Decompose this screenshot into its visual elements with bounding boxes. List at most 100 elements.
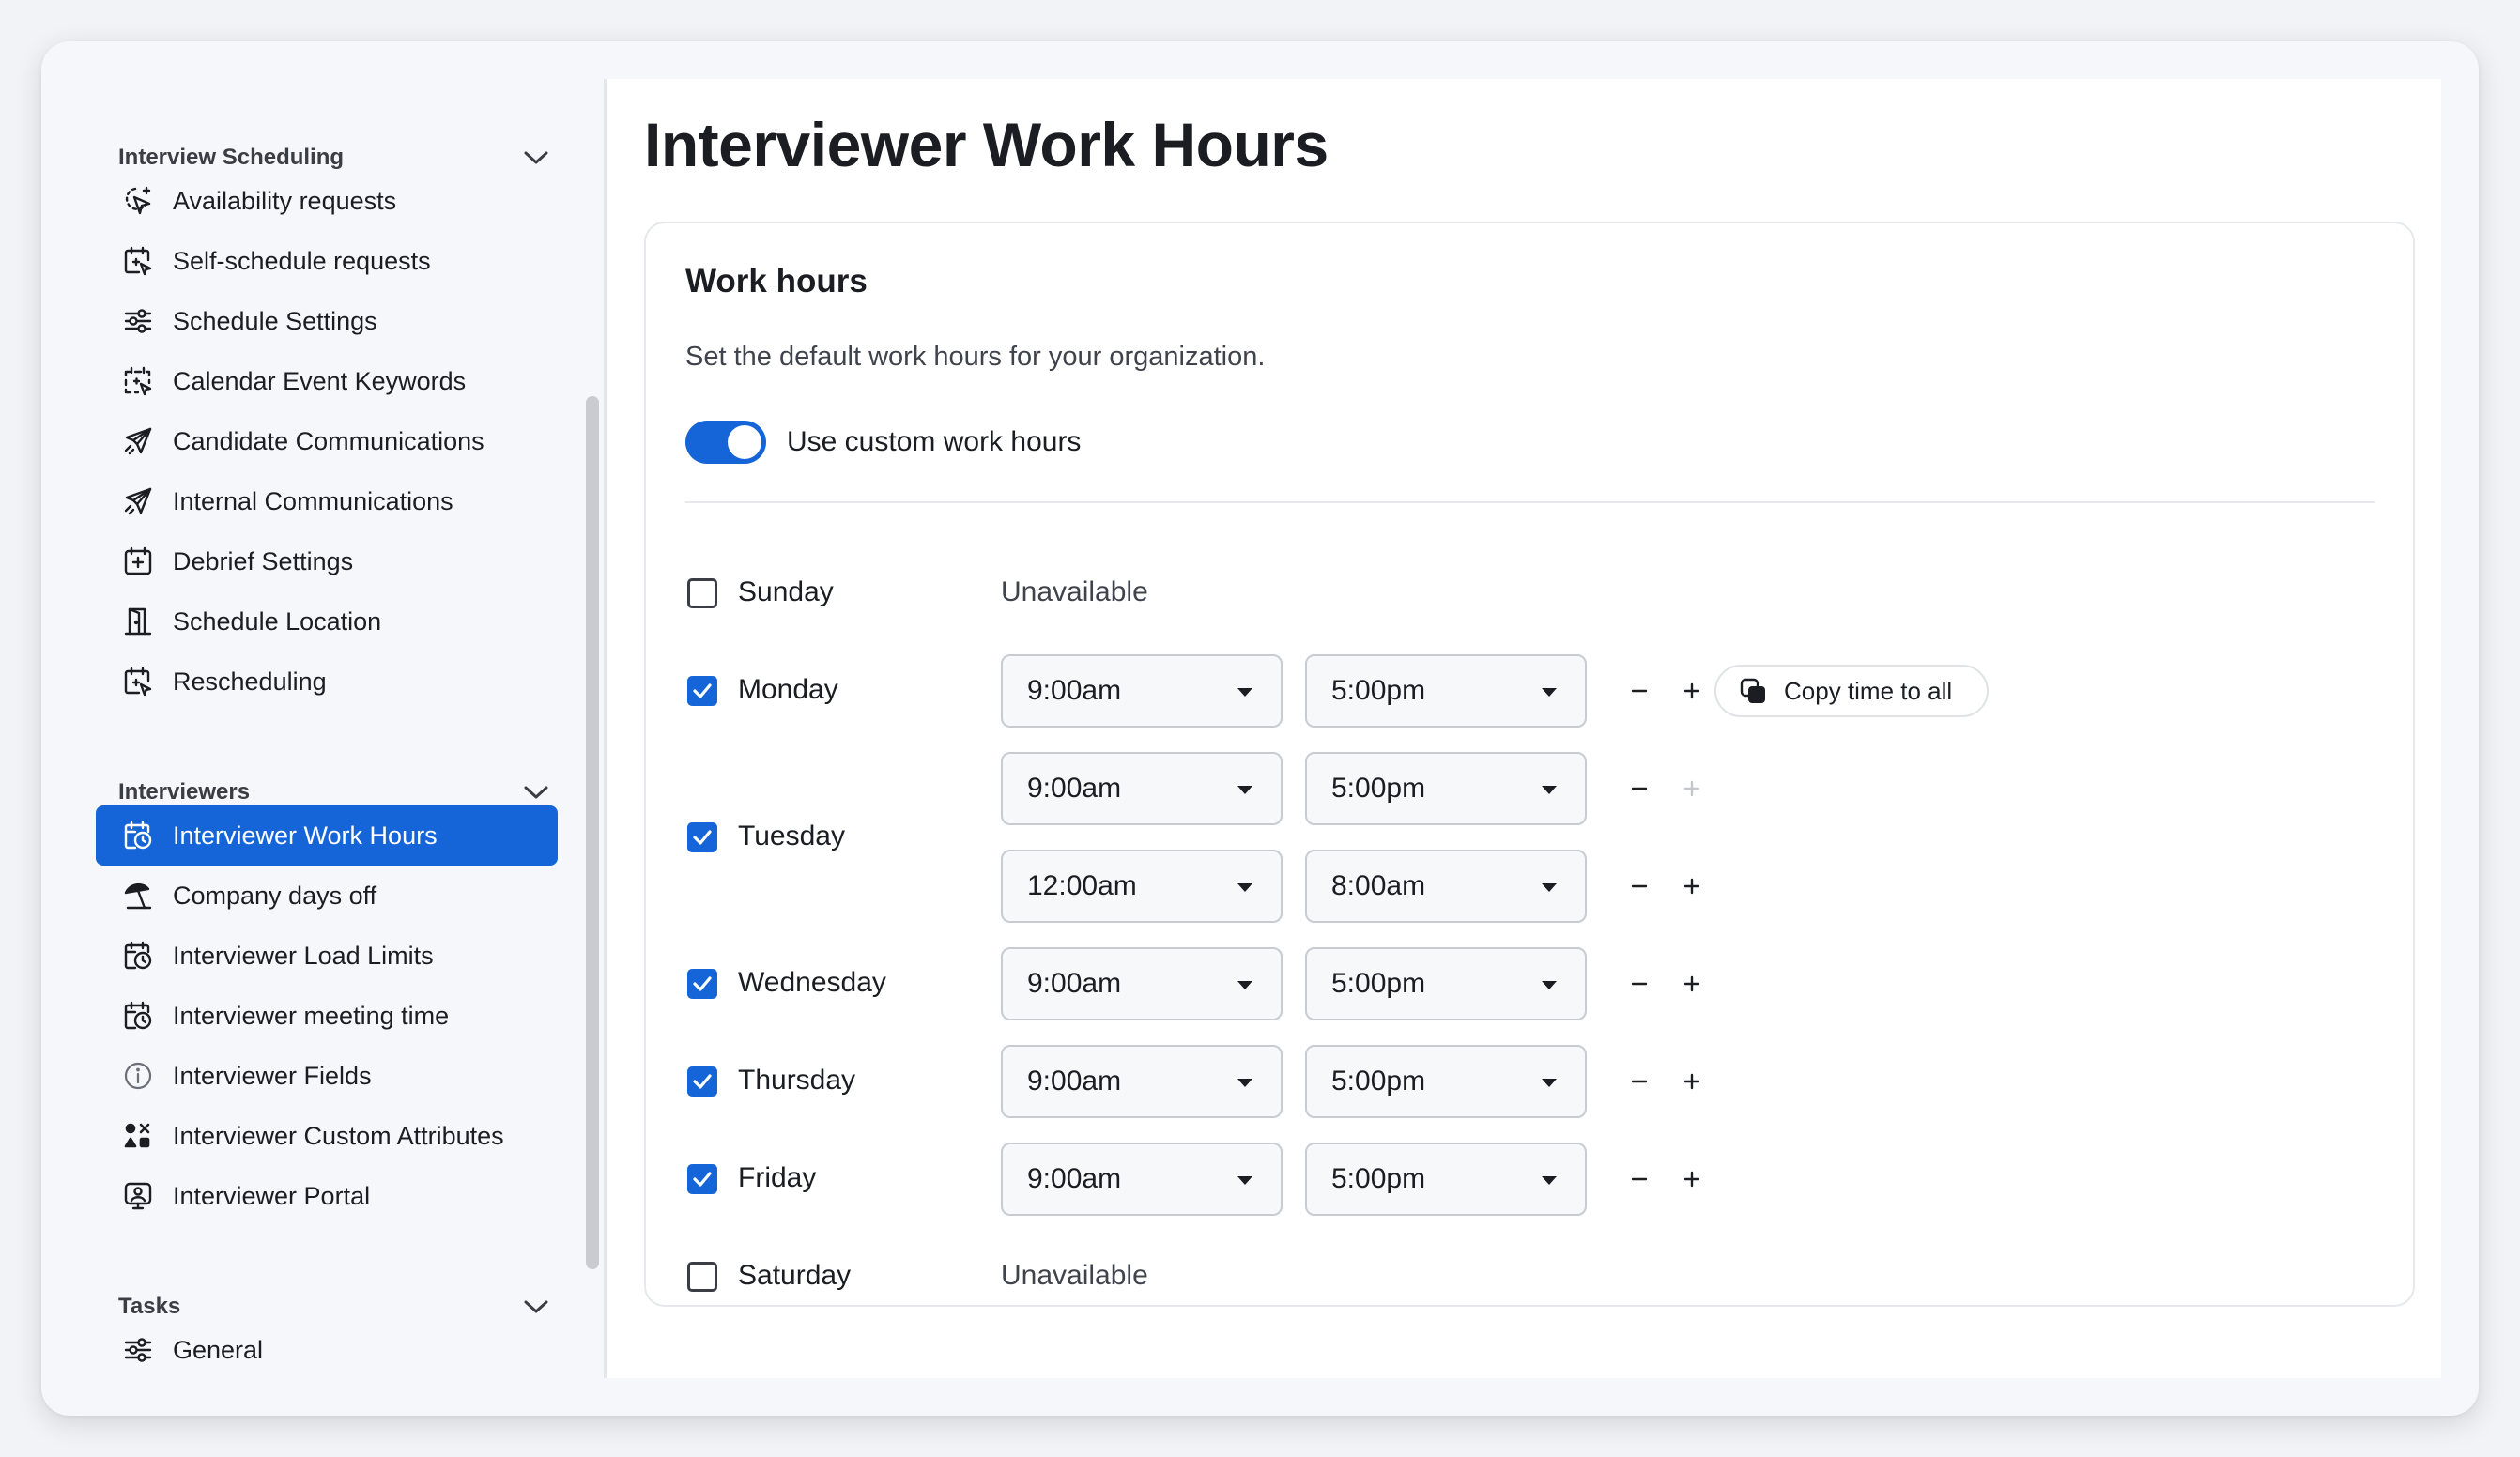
select-value: 8:00am (1331, 870, 1426, 901)
page-title: Interviewer Work Hours (644, 110, 1329, 179)
checkbox-friday[interactable] (687, 1164, 717, 1194)
sidebar-item-label: Company days off (173, 881, 377, 910)
checkbox-monday[interactable] (687, 676, 717, 706)
chevron-down-icon[interactable] (520, 776, 552, 808)
sidebar-item-calendar-event-keywords[interactable]: Calendar Event Keywords (96, 351, 558, 411)
cursor-sparkle-icon (122, 185, 154, 217)
caret-down-icon (1237, 981, 1252, 989)
sidebar-item-label: Calendar Event Keywords (173, 366, 467, 395)
end-time-select-monday[interactable]: 5:00pm (1305, 654, 1587, 728)
sidebar-item-label: Rescheduling (173, 667, 327, 696)
info-icon (122, 1060, 154, 1092)
door-icon (122, 606, 154, 637)
checkbox-thursday[interactable] (687, 1066, 717, 1097)
section-label: Tasks (118, 1294, 181, 1319)
sidebar-item-label: Self-schedule requests (173, 246, 431, 275)
caret-down-icon (1542, 688, 1557, 697)
select-value: 9:00am (1027, 675, 1122, 706)
caret-down-icon (1542, 786, 1557, 794)
caret-down-icon (1542, 883, 1557, 892)
sidebar-item-rescheduling[interactable]: Rescheduling (96, 652, 558, 712)
day-label-monday: Monday (738, 674, 838, 705)
sidebar-item-label: Interviewer meeting time (173, 1001, 450, 1030)
sidebar-item-label: Schedule Location (173, 606, 382, 636)
add-slot-button[interactable] (1673, 965, 1711, 1003)
add-slot-button-disabled (1673, 770, 1711, 807)
remove-slot-button[interactable] (1621, 770, 1658, 807)
calendar-select-icon (122, 365, 154, 397)
add-slot-button[interactable] (1673, 1160, 1711, 1198)
caret-down-icon (1237, 1079, 1252, 1087)
day-label-wednesday: Wednesday (738, 967, 886, 998)
sidebar-item-interviewer-work-hours[interactable]: Interviewer Work Hours (96, 805, 558, 866)
caret-down-icon (1237, 786, 1252, 794)
sidebar-scrollbar[interactable] (586, 396, 599, 1269)
sidebar-item-label: Interviewer Custom Attributes (173, 1121, 504, 1150)
add-slot-button[interactable] (1673, 867, 1711, 905)
day-label-sunday: Sunday (738, 576, 834, 607)
calendar-plus-icon (122, 545, 154, 577)
add-slot-button[interactable] (1673, 672, 1711, 710)
select-value: 9:00am (1027, 1163, 1122, 1194)
calendar-clock-icon (122, 1000, 154, 1032)
checkbox-tuesday[interactable] (687, 822, 717, 852)
sidebar-item-self-schedule-requests[interactable]: Self-schedule requests (96, 231, 558, 291)
sidebar-item-candidate-communications[interactable]: Candidate Communications (96, 411, 558, 471)
start-time-select-thursday[interactable]: 9:00am (1001, 1045, 1283, 1118)
remove-slot-button[interactable] (1621, 1063, 1658, 1100)
start-time-select-tuesday-2[interactable]: 12:00am (1001, 850, 1283, 923)
checkbox-wednesday[interactable] (687, 969, 717, 999)
app-window: Interview Scheduling Availability reques… (41, 41, 2479, 1416)
start-time-select-friday[interactable]: 9:00am (1001, 1143, 1283, 1216)
chevron-down-icon[interactable] (520, 142, 552, 174)
start-time-select-tuesday-1[interactable]: 9:00am (1001, 752, 1283, 825)
select-value: 5:00pm (1331, 968, 1426, 999)
caret-down-icon (1542, 1079, 1557, 1087)
sidebar-item-interviewer-load-limits[interactable]: Interviewer Load Limits (96, 926, 558, 986)
sidebar-item-interviewer-portal[interactable]: Interviewer Portal (96, 1166, 558, 1226)
sidebar-item-interviewer-custom-attributes[interactable]: Interviewer Custom Attributes (96, 1106, 558, 1166)
sidebar-item-debrief-settings[interactable]: Debrief Settings (96, 531, 558, 591)
section-label: Interviewers (118, 779, 251, 805)
select-value: 9:00am (1027, 968, 1122, 999)
end-time-select-tuesday-1[interactable]: 5:00pm (1305, 752, 1587, 825)
checkbox-sunday[interactable] (687, 578, 717, 608)
sidebar-item-company-days-off[interactable]: Company days off (96, 866, 558, 926)
copy-button-label: Copy time to all (1784, 676, 1953, 705)
remove-slot-button[interactable] (1621, 1160, 1658, 1198)
end-time-select-tuesday-2[interactable]: 8:00am (1305, 850, 1587, 923)
copy-time-to-all-button[interactable]: Copy time to all (1714, 665, 1989, 717)
checkbox-saturday[interactable] (687, 1262, 717, 1292)
day-label-thursday: Thursday (738, 1065, 856, 1096)
sidebar-item-availability-requests[interactable]: Availability requests (96, 171, 558, 231)
sliders-icon (122, 1334, 154, 1366)
sidebar-item-interviewer-fields[interactable]: Interviewer Fields (96, 1046, 558, 1106)
start-time-select-wednesday[interactable]: 9:00am (1001, 947, 1283, 1020)
sidebar-item-interviewer-meeting-time[interactable]: Interviewer meeting time (96, 986, 558, 1046)
caret-down-icon (1237, 688, 1252, 697)
calendar-clock-icon (122, 940, 154, 972)
remove-slot-button[interactable] (1621, 965, 1658, 1003)
custom-work-hours-toggle[interactable] (685, 421, 766, 464)
sidebar-item-label: Interviewer Portal (173, 1181, 371, 1210)
end-time-select-wednesday[interactable]: 5:00pm (1305, 947, 1587, 1020)
unavailable-text-saturday: Unavailable (1001, 1260, 1148, 1291)
calendar-clock-icon (122, 820, 154, 851)
end-time-select-thursday[interactable]: 5:00pm (1305, 1045, 1587, 1118)
sidebar-item-label: Interviewer Load Limits (173, 941, 434, 970)
monitor-user-icon (122, 1180, 154, 1212)
start-time-select-monday[interactable]: 9:00am (1001, 654, 1283, 728)
sidebar-item-schedule-settings[interactable]: Schedule Settings (96, 291, 558, 351)
remove-slot-button[interactable] (1621, 867, 1658, 905)
send-icon (122, 425, 154, 457)
chevron-down-icon[interactable] (520, 1291, 552, 1323)
add-slot-button[interactable] (1673, 1063, 1711, 1100)
sidebar-item-general[interactable]: General (96, 1320, 558, 1380)
sidebar-item-schedule-location[interactable]: Schedule Location (96, 591, 558, 652)
sidebar-item-internal-communications[interactable]: Internal Communications (96, 471, 558, 531)
end-time-select-friday[interactable]: 5:00pm (1305, 1143, 1587, 1216)
divider (685, 501, 2375, 503)
select-value: 12:00am (1027, 870, 1137, 901)
remove-slot-button[interactable] (1621, 672, 1658, 710)
sidebar-item-label: Availability requests (173, 186, 397, 215)
